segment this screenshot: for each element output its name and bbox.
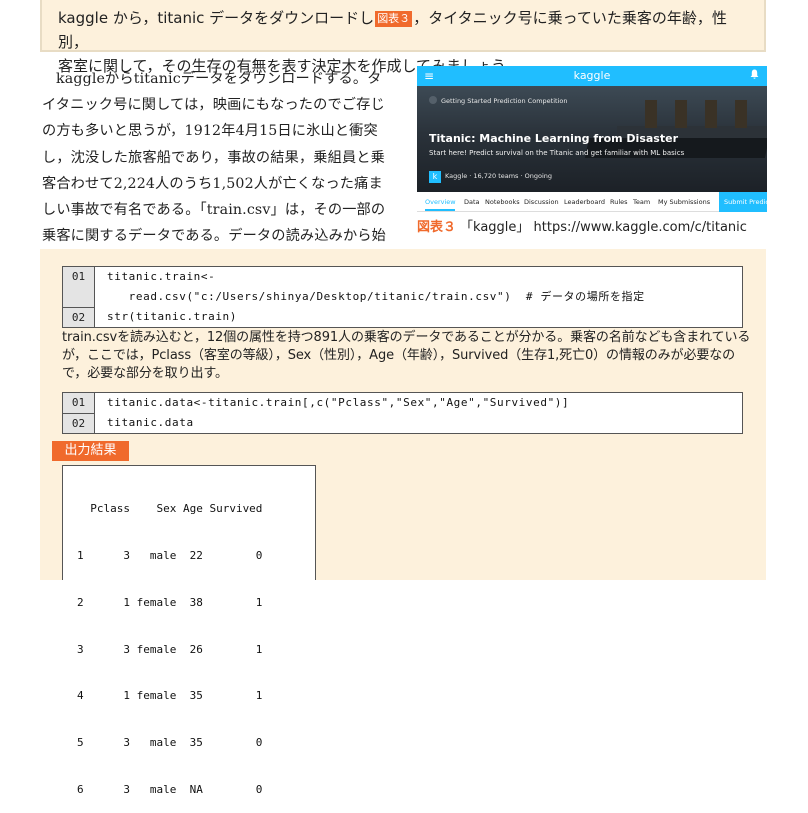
ship-funnel-shape bbox=[705, 100, 717, 128]
active-tab-underline bbox=[425, 209, 455, 211]
line-number: 01 bbox=[63, 393, 95, 413]
competition-icon bbox=[429, 96, 437, 104]
line-number: 02 bbox=[63, 413, 95, 433]
output-line: Pclass Sex Age Survived bbox=[77, 502, 263, 516]
intro-line-1: kaggle から，titanic データをダウンロードし 図表３ ，タイタニック号… bbox=[58, 9, 727, 51]
tab-overview[interactable]: Overview bbox=[425, 197, 456, 207]
explanation-paragraph: train.csvを読み込むと，12個の属性を持つ891人の乗客のデータであるこ… bbox=[62, 330, 751, 381]
code-text: str(titanic.train) bbox=[107, 310, 238, 323]
kaggle-topbar: ≡ kaggle bbox=[417, 66, 767, 86]
competition-meta: k Kaggle · 16,720 teams · Ongoing bbox=[429, 170, 552, 183]
submit-predictions-button[interactable]: Submit Predictions bbox=[719, 192, 767, 212]
code-text: titanic.train<- bbox=[107, 270, 216, 283]
kaggle-brand: kaggle bbox=[573, 69, 611, 82]
code-line: 02 str(titanic.train) bbox=[63, 307, 742, 327]
code-line: read.csv("c:/Users/shinya/Desktop/titani… bbox=[63, 287, 742, 307]
code-block-2: 01 titanic.data<-titanic.train[,c("Pclas… bbox=[62, 392, 743, 434]
ship-funnel-shape bbox=[645, 100, 657, 128]
code-line: 02 titanic.data bbox=[63, 413, 742, 433]
tab-team[interactable]: Team bbox=[633, 197, 650, 207]
output-label: 出力結果 bbox=[52, 441, 129, 461]
line-number: 02 bbox=[63, 307, 95, 327]
figure-caption-number: 図表３ bbox=[417, 220, 457, 235]
tab-notebooks[interactable]: Notebooks bbox=[485, 197, 520, 207]
output-line: 1 3 male 22 0 bbox=[77, 548, 263, 562]
competition-label: Getting Started Prediction Competition bbox=[429, 96, 567, 106]
output-box: Pclass Sex Age Survived 1 3 male 22 0 2 … bbox=[62, 465, 316, 796]
figure-reference-badge: 図表３ bbox=[375, 11, 413, 27]
ship-funnel-shape bbox=[735, 100, 747, 128]
intro-box: kaggle から，titanic データをダウンロードし 図表３ ，タイタニック号… bbox=[40, 0, 766, 75]
tab-data[interactable]: Data bbox=[464, 197, 480, 207]
tab-rules[interactable]: Rules bbox=[610, 197, 628, 207]
competition-nav: Overview Data Notebooks Discussion Leade… bbox=[417, 192, 767, 212]
competition-title: Titanic: Machine Learning from Disaster bbox=[429, 132, 678, 145]
output-line: 5 3 male 35 0 bbox=[77, 736, 263, 750]
hero-banner: Getting Started Prediction Competition T… bbox=[417, 86, 767, 192]
code-line: 01 titanic.train<- bbox=[63, 267, 742, 287]
body-paragraph: kaggleからtitanicデータをダウンロードする。タイタニック号に関しては… bbox=[42, 71, 386, 270]
figure-caption-text: 「kaggle」 https://www.kaggle.com/c/titani… bbox=[460, 220, 747, 235]
kaggle-screenshot-figure: ≡ kaggle Getting Started Prediction Comp… bbox=[417, 66, 767, 212]
code-line: 01 titanic.data<-titanic.train[,c("Pclas… bbox=[63, 393, 742, 413]
competition-subtitle: Start here! Predict survival on the Tita… bbox=[429, 149, 685, 157]
output-line: 6 3 male NA 0 bbox=[77, 782, 263, 796]
figure-caption: 図表３ 「kaggle」 https://www.kaggle.com/c/tit… bbox=[417, 219, 747, 237]
kaggle-logo-icon: k bbox=[429, 171, 441, 183]
code-block-1: 01 titanic.train<- read.csv("c:/Users/sh… bbox=[62, 266, 743, 328]
code-text: titanic.data bbox=[107, 416, 194, 429]
bell-icon bbox=[750, 69, 759, 84]
code-text: titanic.data<-titanic.train[,c("Pclass",… bbox=[107, 396, 570, 409]
tab-discussion[interactable]: Discussion bbox=[524, 197, 559, 207]
tab-my-submissions[interactable]: My Submissions bbox=[658, 197, 710, 207]
output-line: 4 1 female 35 1 bbox=[77, 689, 263, 703]
ship-funnel-shape bbox=[675, 100, 687, 128]
output-line: 3 3 female 26 1 bbox=[77, 642, 263, 656]
line-number: 01 bbox=[63, 267, 95, 287]
output-line: 2 1 female 38 1 bbox=[77, 595, 263, 609]
tab-leaderboard[interactable]: Leaderboard bbox=[564, 197, 605, 207]
code-text: read.csv("c:/Users/shinya/Desktop/titani… bbox=[107, 290, 645, 303]
line-number bbox=[63, 287, 95, 307]
